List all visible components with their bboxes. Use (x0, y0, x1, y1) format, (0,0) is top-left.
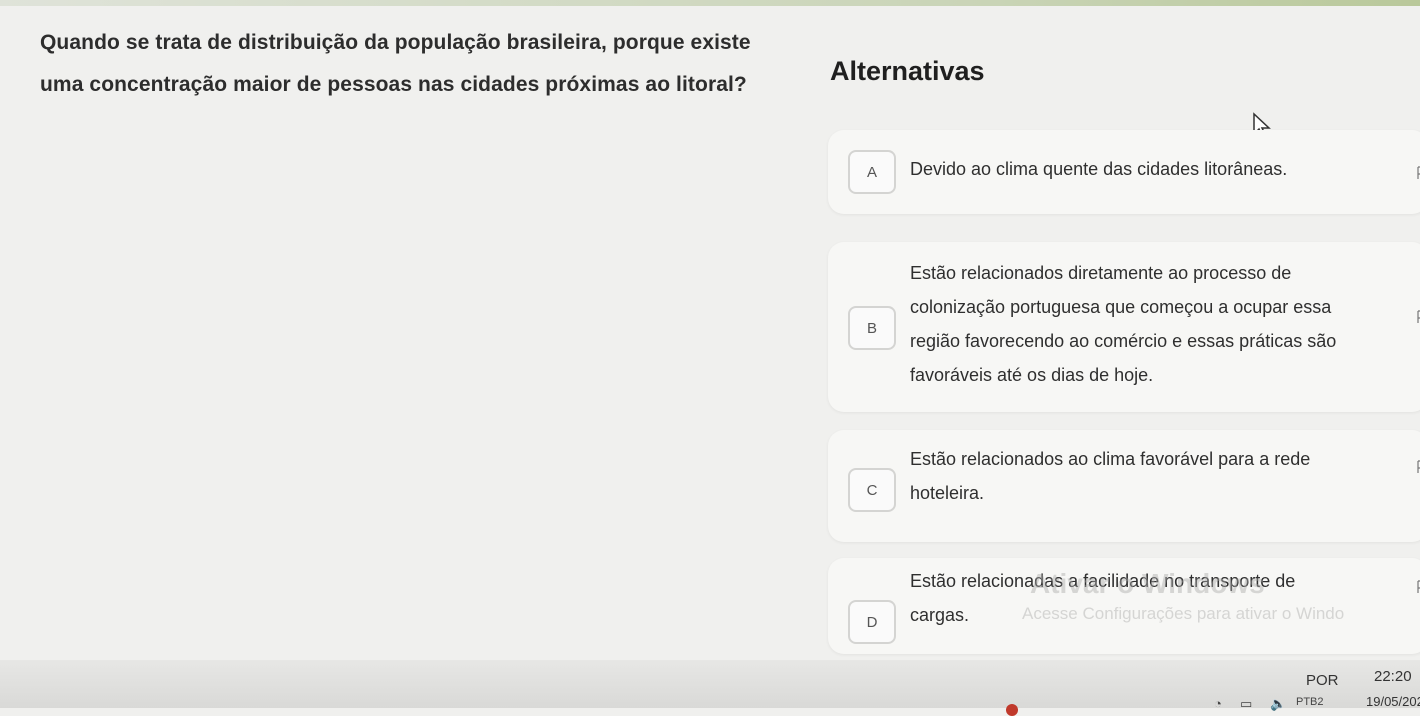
alternative-text-d: Estão relacionadas a facilidade no trans… (910, 571, 1296, 625)
alternative-letter-d[interactable]: D (848, 600, 896, 644)
question-text: Quando se trata de distribuição da popul… (40, 22, 810, 106)
alternative-d[interactable]: D Estão relacionadas a facilidade no tra… (828, 558, 1420, 654)
alternative-text-b: Estão relacionados diretamente ao proces… (910, 263, 1337, 385)
alternative-letter-a[interactable]: A (848, 150, 896, 194)
flag-icon[interactable] (1416, 460, 1420, 474)
clock-time[interactable]: 22:20 (1374, 668, 1412, 685)
alternative-text-a: Devido ao clima quente das cidades litor… (910, 159, 1288, 179)
alternative-text-c: Estão relacionados ao clima favorável pa… (910, 449, 1311, 503)
flag-icon[interactable] (1416, 166, 1420, 180)
alternatives-title: Alternativas (830, 56, 985, 86)
flag-icon[interactable] (1416, 580, 1420, 594)
alternative-a[interactable]: A Devido ao clima quente das cidades lit… (828, 130, 1420, 214)
alternative-letter-c[interactable]: C (848, 468, 896, 512)
alternative-b[interactable]: B Estão relacionados diretamente ao proc… (828, 242, 1420, 412)
language-indicator[interactable]: POR (1306, 672, 1339, 689)
battery-icon[interactable]: ▭ (1240, 696, 1252, 712)
taskbar: ◔ ▭ 🔈 POR PTB2 22:20 19/05/202 (0, 660, 1420, 716)
volume-icon[interactable]: 🔈 (1270, 696, 1286, 712)
alternative-letter-b[interactable]: B (848, 306, 896, 350)
keyboard-layout[interactable]: PTB2 (1296, 696, 1324, 708)
question-line-1: Quando se trata de distribuição da popul… (40, 31, 751, 54)
alternative-c[interactable]: C Estão relacionados ao clima favorável … (828, 430, 1420, 542)
clock-date[interactable]: 19/05/202 (1366, 694, 1420, 709)
question-line-2: uma concentração maior de pessoas nas ci… (40, 73, 747, 96)
flag-icon[interactable] (1416, 310, 1420, 324)
tray-app-icon[interactable] (1006, 704, 1018, 716)
network-icon[interactable]: ◔ (1214, 696, 1222, 711)
top-strip (0, 0, 1420, 6)
